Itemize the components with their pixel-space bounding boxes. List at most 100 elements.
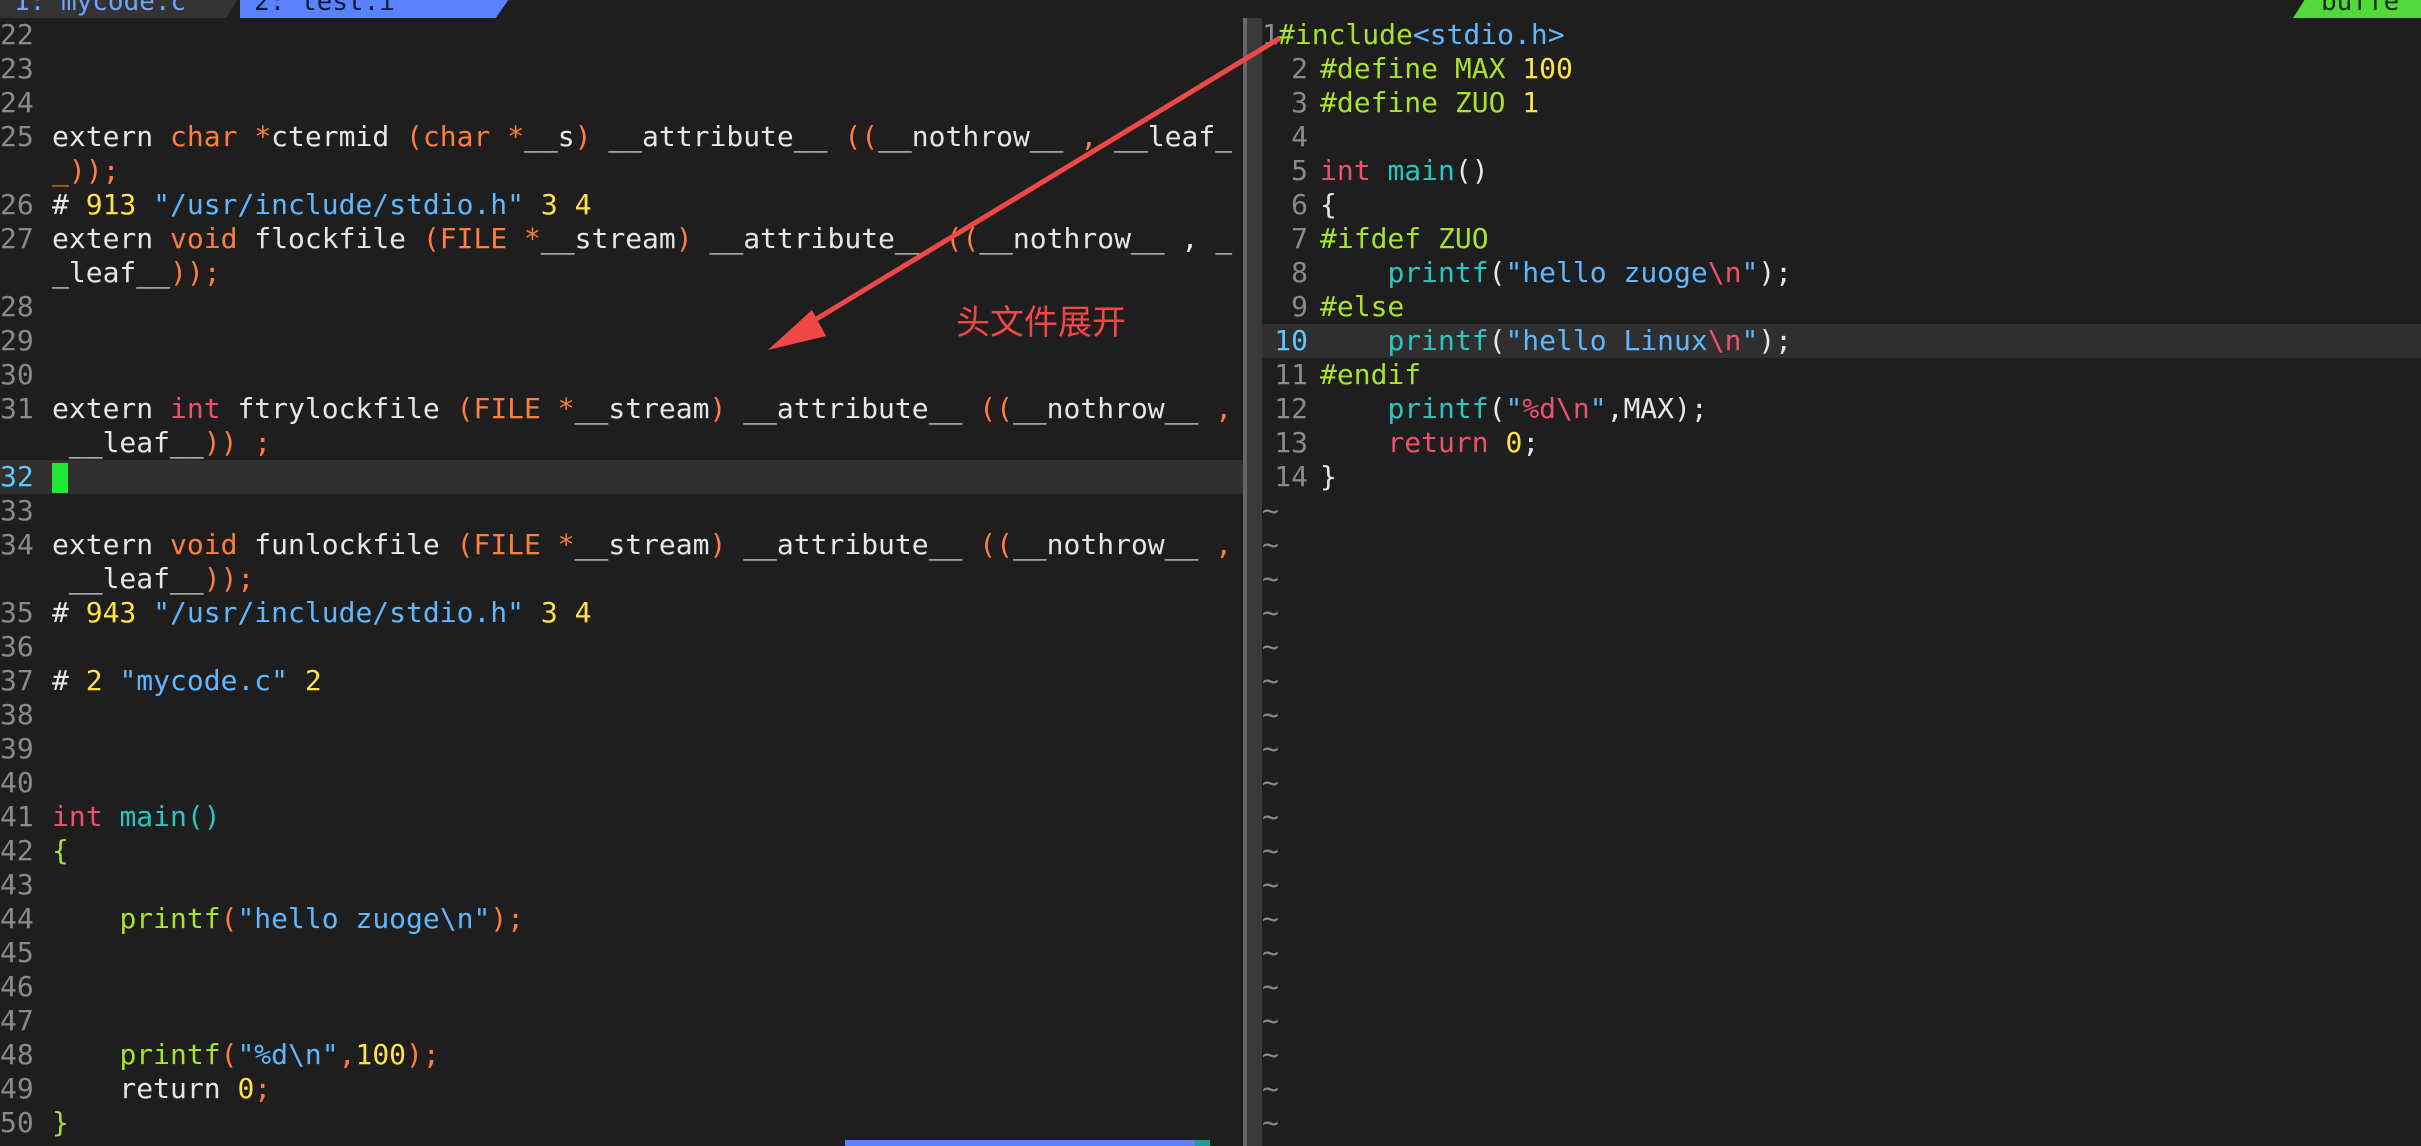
code-line[interactable]: 8 printf("hello zuoge\n");: [1262, 256, 2421, 290]
empty-buffer-line: ~: [1262, 1038, 1279, 1071]
code-line[interactable]: 37 # 2 "mycode.c" 2: [0, 664, 1243, 698]
line-number: 5: [1291, 154, 1308, 187]
code-line[interactable]: 43: [0, 868, 1243, 902]
code-text: extern char *ctermid (char *__s) __attri…: [52, 120, 1233, 153]
code-line[interactable]: 25 extern char *ctermid (char *__s) __att…: [0, 120, 1243, 154]
code-text: int main(): [1320, 154, 1489, 187]
code-line[interactable]: 31 extern int ftrylockfile (FILE *__strea…: [0, 392, 1243, 426]
code-line[interactable]: 32: [0, 460, 1243, 494]
empty-buffer-line: ~: [1262, 494, 1279, 527]
editor-pane-mycode-c[interactable]: 1#include<stdio.h> 2 #define MAX 100 3 #defi…: [1262, 18, 2421, 1142]
code-line[interactable]: 3 #define ZUO 1: [1262, 86, 2421, 120]
code-line[interactable]: 45: [0, 936, 1243, 970]
code-text: # 913 "/usr/include/stdio.h" 3 4: [52, 188, 592, 221]
line-number: 7: [1291, 222, 1308, 255]
code-line[interactable]: __leaf__)) ;: [0, 426, 1243, 460]
empty-buffer-line: ~: [1262, 562, 1279, 595]
line-number: 34: [0, 528, 34, 561]
code-line[interactable]: 12 printf("%d\n",MAX);: [1262, 392, 2421, 426]
line-number: 23: [0, 52, 34, 85]
code-text: {: [52, 834, 69, 867]
code-line[interactable]: 48 printf("%d\n",100);: [0, 1038, 1243, 1072]
editor-pane-test-i[interactable]: 22 23 24 25 extern char *ctermid (char *__s)…: [0, 18, 1243, 1142]
code-text: extern int ftrylockfile (FILE *__stream)…: [52, 392, 1233, 425]
line-number: 33: [0, 494, 34, 527]
vertical-split-divider[interactable]: [1243, 18, 1262, 1146]
code-line[interactable]: 30: [0, 358, 1243, 392]
line-number: 2: [1291, 52, 1308, 85]
line-number: 12: [1274, 392, 1308, 425]
code-line[interactable]: 35 # 943 "/usr/include/stdio.h" 3 4: [0, 596, 1243, 630]
line-number: 38: [0, 698, 34, 731]
code-line[interactable]: 10 printf("hello Linux\n");: [1262, 324, 2421, 358]
code-line[interactable]: 40: [0, 766, 1243, 800]
annotation-text: 头文件展开: [956, 303, 1126, 343]
code-line[interactable]: 4: [1262, 120, 2421, 154]
line-number: 41: [0, 800, 34, 833]
code-line[interactable]: 47: [0, 1004, 1243, 1038]
code-line[interactable]: 27 extern void flockfile (FILE *__stream)…: [0, 222, 1243, 256]
code-text: # 943 "/usr/include/stdio.h" 3 4: [52, 596, 592, 629]
line-number: 24: [0, 86, 34, 119]
code-line[interactable]: 6{: [1262, 188, 2421, 222]
code-line[interactable]: _leaf__));: [0, 256, 1243, 290]
code-line[interactable]: 41 int main(): [0, 800, 1243, 834]
code-text: printf("hello Linux\n");: [1387, 324, 1793, 357]
line-number: 43: [0, 868, 34, 901]
code-text: return 0;: [1387, 426, 1540, 459]
code-text: extern void funlockfile (FILE *__stream)…: [52, 528, 1233, 561]
line-number: 1: [1262, 18, 1279, 51]
code-line[interactable]: 23: [0, 52, 1243, 86]
line-number: 42: [0, 834, 34, 867]
code-text: {: [1320, 188, 1337, 221]
line-number: 49: [0, 1072, 34, 1105]
code-line[interactable]: 33: [0, 494, 1243, 528]
line-number: 30: [0, 358, 34, 391]
line-number: 9: [1291, 290, 1308, 323]
line-number: 13: [1274, 426, 1308, 459]
code-text: [52, 460, 68, 494]
code-line[interactable]: _));: [0, 154, 1243, 188]
code-line[interactable]: 50}: [0, 1106, 1243, 1140]
code-line[interactable]: 44 printf("hello zuoge\n");: [0, 902, 1243, 936]
code-line[interactable]: 24: [0, 86, 1243, 120]
code-line[interactable]: 13 return 0;: [1262, 426, 2421, 460]
line-number: 31: [0, 392, 34, 425]
line-number: 47: [0, 1004, 34, 1037]
code-line[interactable]: 22: [0, 18, 1243, 52]
code-line[interactable]: 34 extern void funlockfile (FILE *__strea…: [0, 528, 1243, 562]
line-number: 3: [1291, 86, 1308, 119]
empty-buffer-line: ~: [1262, 970, 1279, 1003]
code-line[interactable]: 9 #else: [1262, 290, 2421, 324]
code-line[interactable]: 7 #ifdef ZUO: [1262, 222, 2421, 256]
line-number: 46: [0, 970, 34, 1003]
code-line[interactable]: 49 return 0;: [0, 1072, 1243, 1106]
empty-buffer-line: ~: [1262, 800, 1279, 833]
code-line[interactable]: 1#include<stdio.h>: [1262, 18, 2421, 52]
code-line[interactable]: 38: [0, 698, 1243, 732]
code-line[interactable]: 26 # 913 "/usr/include/stdio.h" 3 4: [0, 188, 1243, 222]
tab-test-i[interactable]: 2: test.i: [240, 0, 518, 18]
tab-mycode-c[interactable]: 1: mycode.c: [0, 0, 246, 18]
code-text: _leaf__));: [52, 256, 221, 289]
status-bar-segment-2: [1195, 1140, 1210, 1146]
code-line[interactable]: 5 int main(): [1262, 154, 2421, 188]
code-line[interactable]: 42 {: [0, 834, 1243, 868]
code-line[interactable]: 2 #define MAX 100: [1262, 52, 2421, 86]
vim-tabline: 1: mycode.c 2: test.i buffe: [0, 0, 2421, 18]
code-text: extern void flockfile (FILE *__stream) _…: [52, 222, 1233, 255]
code-line[interactable]: 14}: [1262, 460, 2421, 494]
line-number: 44: [0, 902, 34, 935]
code-line[interactable]: 36: [0, 630, 1243, 664]
code-line[interactable]: __leaf__));: [0, 562, 1243, 596]
empty-buffer-line: ~: [1262, 868, 1279, 901]
empty-buffer-line: ~: [1262, 1072, 1279, 1105]
empty-buffer-line: ~: [1262, 528, 1279, 561]
code-line[interactable]: 11 #endif: [1262, 358, 2421, 392]
empty-buffer-line: ~: [1262, 766, 1279, 799]
code-text: _));: [52, 154, 120, 187]
line-number: 10: [1274, 324, 1308, 357]
line-number: 22: [0, 18, 34, 51]
code-line[interactable]: 39: [0, 732, 1243, 766]
code-line[interactable]: 46: [0, 970, 1243, 1004]
